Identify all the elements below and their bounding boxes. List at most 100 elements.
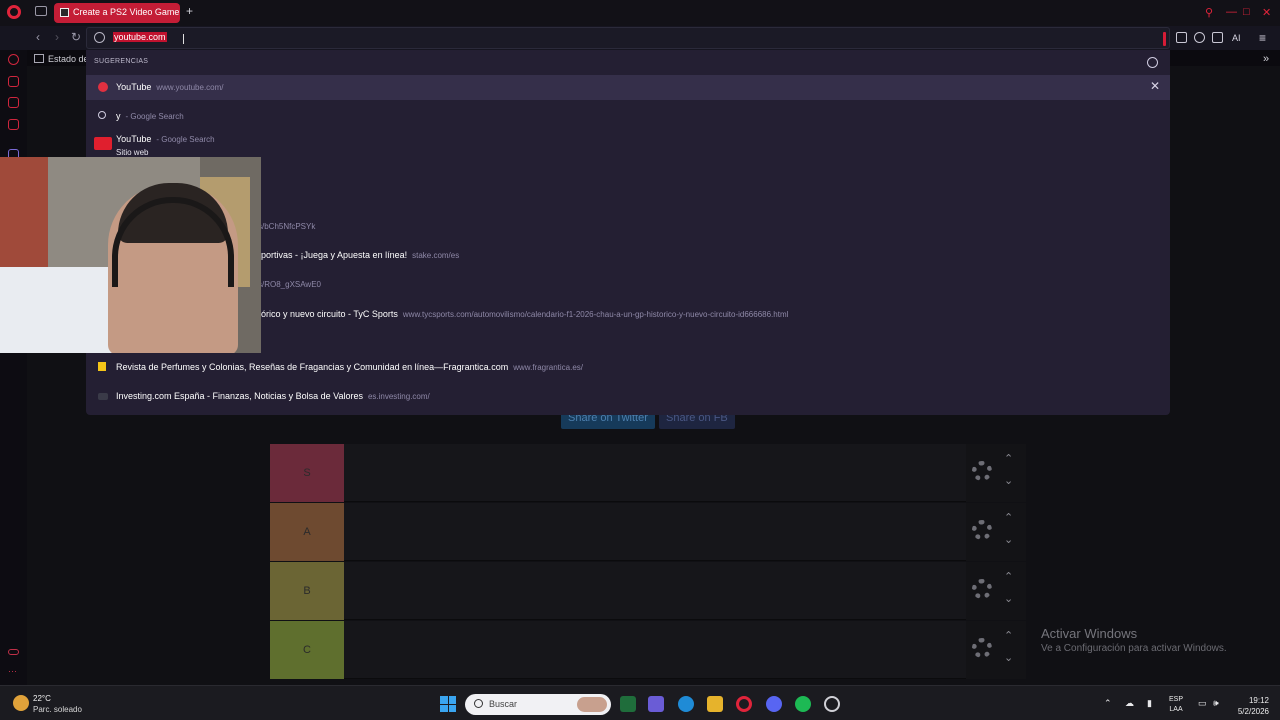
new-tab-button[interactable]: + (186, 4, 193, 18)
download-icon[interactable] (1212, 32, 1223, 43)
network-cloud-icon[interactable]: ☁ (1125, 698, 1134, 709)
volume-icon[interactable]: 🕪 (1213, 698, 1219, 709)
suggestion-url: www.tycsports.com/automovilismo/calendar… (402, 310, 789, 319)
bookmark-favicon-icon (34, 54, 44, 63)
chevron-up-icon[interactable]: ⌃ (1004, 452, 1013, 465)
address-input[interactable]: youtube.com (113, 32, 167, 42)
suggestion-row[interactable]: YouTube - Google Search Sitio web (86, 130, 1170, 158)
maps-app-icon[interactable] (620, 696, 636, 712)
sidebar-aria-icon[interactable] (8, 54, 19, 65)
file-explorer-icon[interactable] (707, 696, 723, 712)
reload-icon[interactable]: ↻ (71, 30, 81, 44)
display-icon[interactable]: ▭ (1198, 698, 1207, 709)
tray-overflow-icon[interactable]: ⌃ (1104, 698, 1112, 709)
bookmark-label: Estado de (48, 54, 89, 64)
tier-row[interactable]: B ⌃ ⌄ (270, 562, 1026, 620)
suggestion-row[interactable]: YouTube www.youtube.com/ ✕ (86, 75, 1170, 100)
youtube-favicon-icon (98, 82, 108, 92)
search-icon (98, 111, 106, 119)
tier-label[interactable]: S (270, 444, 344, 502)
bookmarks-more-icon[interactable]: » (1263, 53, 1269, 65)
chevron-down-icon[interactable]: ⌄ (1004, 474, 1013, 487)
opera-logo-icon[interactable] (7, 5, 21, 19)
bookmark-item[interactable]: Estado de (34, 54, 89, 64)
remove-suggestion-icon[interactable]: ✕ (1150, 79, 1160, 93)
search-icon (474, 699, 483, 708)
forward-icon[interactable]: › (55, 30, 59, 44)
taskbar: 22°C Parc. soleado Buscar ⌃ ☁ ▮ ESP LAA ▭… (0, 685, 1280, 720)
suggestion-url: s/RO8_gXSAwE0 (258, 280, 321, 289)
title-bar: Create a PS2 Video Game + ⚲ — □ ✕ (0, 0, 1280, 26)
gear-icon[interactable] (972, 579, 992, 599)
sidebar: ⋯ (0, 50, 27, 685)
chevron-up-icon[interactable]: ⌃ (1004, 511, 1013, 524)
tier-row[interactable]: S ⌃ ⌄ (270, 444, 1026, 502)
minimize-icon[interactable]: — (1226, 6, 1237, 18)
tier-row[interactable]: A ⌃ ⌄ (270, 503, 1026, 561)
sidebar-gx-icon[interactable] (8, 649, 19, 655)
history-icon (94, 32, 105, 43)
spotify-app-icon[interactable] (795, 696, 811, 712)
suggestion-title: YouTube (116, 134, 152, 144)
sidebar-more-icon[interactable]: ⋯ (8, 666, 17, 677)
sidebar-gmail-icon[interactable] (8, 119, 19, 130)
sidebar-bag-icon[interactable] (8, 76, 19, 87)
language-code: ESP (1169, 696, 1184, 703)
gear-icon[interactable] (972, 461, 992, 481)
suggestion-row[interactable]: Revista de Perfumes y Colonias, Reseñas … (86, 355, 1170, 380)
chevron-up-icon[interactable]: ⌃ (1004, 629, 1013, 642)
suggestion-title: y (116, 111, 121, 121)
maximize-icon[interactable]: □ (1243, 6, 1250, 18)
taskbar-search[interactable]: Buscar (465, 694, 611, 715)
weather-temperature[interactable]: 22°C (33, 694, 51, 703)
extensions-icon[interactable] (1176, 32, 1187, 43)
fragrantica-favicon-icon (98, 362, 106, 371)
weather-icon[interactable] (13, 695, 29, 711)
investing-favicon-icon (98, 393, 108, 400)
edge-app-icon[interactable] (678, 696, 694, 712)
discord-app-icon[interactable] (766, 696, 782, 712)
profile-icon[interactable] (1194, 32, 1205, 43)
chevron-up-icon[interactable]: ⌃ (1004, 570, 1013, 583)
search-highlight-image (577, 697, 607, 712)
weather-description[interactable]: Parc. soleado (33, 705, 82, 714)
copilot-app-icon[interactable] (648, 696, 664, 712)
close-icon[interactable]: ✕ (1262, 6, 1271, 19)
tab-active[interactable]: Create a PS2 Video Game (54, 3, 180, 23)
tier-label[interactable]: C (270, 621, 344, 679)
webcam-overlay (0, 157, 261, 353)
chevron-down-icon[interactable]: ⌄ (1004, 651, 1013, 664)
back-icon[interactable]: ‹ (36, 30, 40, 44)
suggestion-row[interactable]: Investing.com España - Finanzas, Noticia… (86, 384, 1170, 409)
suggestion-row[interactable]: y - Google Search (86, 104, 1170, 129)
tier-label[interactable]: A (270, 503, 344, 561)
activation-subtitle: Ve a Configuración para activar Windows. (1041, 643, 1227, 654)
sidebar-messenger-icon[interactable] (8, 97, 19, 108)
suggestions-heading: SUGERENCIAS (94, 58, 149, 65)
suggestion-title: Investing.com España - Finanzas, Noticia… (116, 391, 363, 401)
suggestion-subtitle: Sitio web (116, 148, 149, 157)
language-indicator[interactable]: ESP LAA (1169, 695, 1183, 715)
tab-islands-icon[interactable] (35, 6, 47, 16)
address-bar[interactable]: youtube.com (86, 27, 1170, 49)
emoji-icon[interactable] (1147, 57, 1158, 68)
search-icon[interactable]: ⚲ (1205, 6, 1213, 19)
start-button[interactable] (440, 696, 456, 712)
suggestion-url: stake.com/es (412, 251, 460, 260)
gear-icon[interactable] (972, 520, 992, 540)
suggestion-title: órico y nuevo circuito - TyC Sports (261, 309, 398, 319)
microphone-icon[interactable]: ▮ (1147, 698, 1152, 709)
chevron-down-icon[interactable]: ⌄ (1004, 592, 1013, 605)
suggestion-url: www.youtube.com/ (156, 83, 224, 92)
tier-row[interactable]: C ⌃ ⌄ (270, 621, 1026, 679)
gear-icon[interactable] (972, 638, 992, 658)
tier-label[interactable]: B (270, 562, 344, 620)
settings-app-icon[interactable] (824, 696, 840, 712)
chevron-down-icon[interactable]: ⌄ (1004, 533, 1013, 546)
menu-icon[interactable]: ≡ (1259, 31, 1266, 45)
search-placeholder: Buscar (489, 699, 518, 709)
clock[interactable]: 19:12 5/2/2026 (1231, 695, 1269, 717)
suggestion-url: - Google Search (156, 135, 215, 144)
opera-gx-app-icon[interactable] (736, 696, 752, 712)
ai-button[interactable]: AI (1232, 33, 1241, 43)
